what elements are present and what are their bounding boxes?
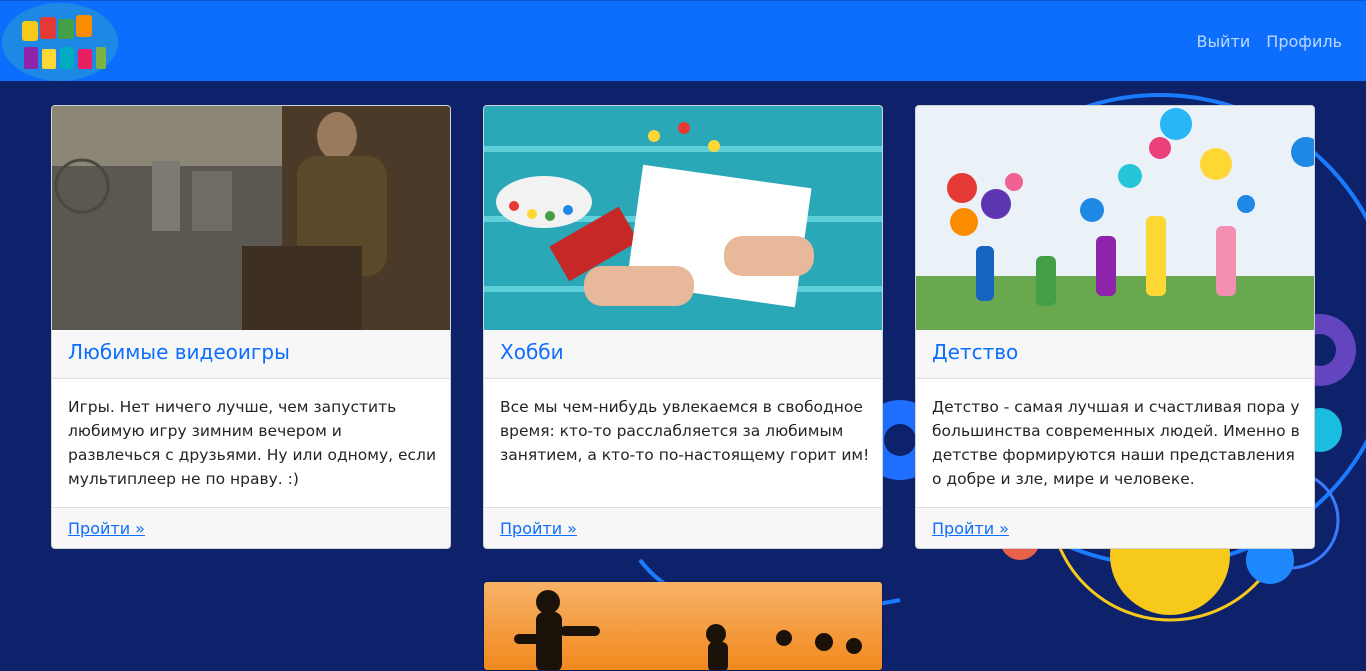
card-text: Детство - самая лучшая и счастливая пора…	[932, 398, 1300, 488]
card-title[interactable]: Любимые видеоигры	[68, 340, 290, 364]
card-go-link[interactable]: Пройти »	[932, 519, 1009, 538]
card-childhood: Детство Детство - самая лучшая и счастли…	[915, 105, 1315, 549]
card-title[interactable]: Хобби	[500, 340, 564, 364]
card-go-link[interactable]: Пройти »	[500, 519, 577, 538]
navbar: Выйти Профиль	[0, 0, 1366, 81]
logo[interactable]	[2, 3, 118, 81]
card-image-childhood	[916, 106, 1314, 330]
card-header: Любимые видеоигры	[52, 330, 450, 379]
card-hobby: Хобби Все мы чем-нибудь увлекаемся в сво…	[483, 105, 883, 549]
card-videogames: Любимые видеоигры Игры. Нет ничего лучше…	[51, 105, 451, 549]
card-image-sport	[484, 582, 882, 670]
card-header: Хобби	[484, 330, 882, 379]
nav-links: Выйти Профиль	[1197, 32, 1342, 51]
card-text: Игры. Нет ничего лучше, чем запустить лю…	[68, 398, 437, 488]
card-footer: Пройти »	[916, 507, 1314, 548]
logout-link[interactable]: Выйти	[1197, 32, 1251, 51]
card-title[interactable]: Детство	[932, 340, 1018, 364]
card-image-videogames	[52, 106, 450, 330]
card-go-link[interactable]: Пройти »	[68, 519, 145, 538]
card-footer: Пройти »	[484, 507, 882, 548]
card-header: Детство	[916, 330, 1314, 379]
card-footer: Пройти »	[52, 507, 450, 548]
card-image-hobby	[484, 106, 882, 330]
card-text: Все мы чем-нибудь увлекаемся в свободное…	[500, 398, 870, 464]
profile-link[interactable]: Профиль	[1266, 32, 1342, 51]
